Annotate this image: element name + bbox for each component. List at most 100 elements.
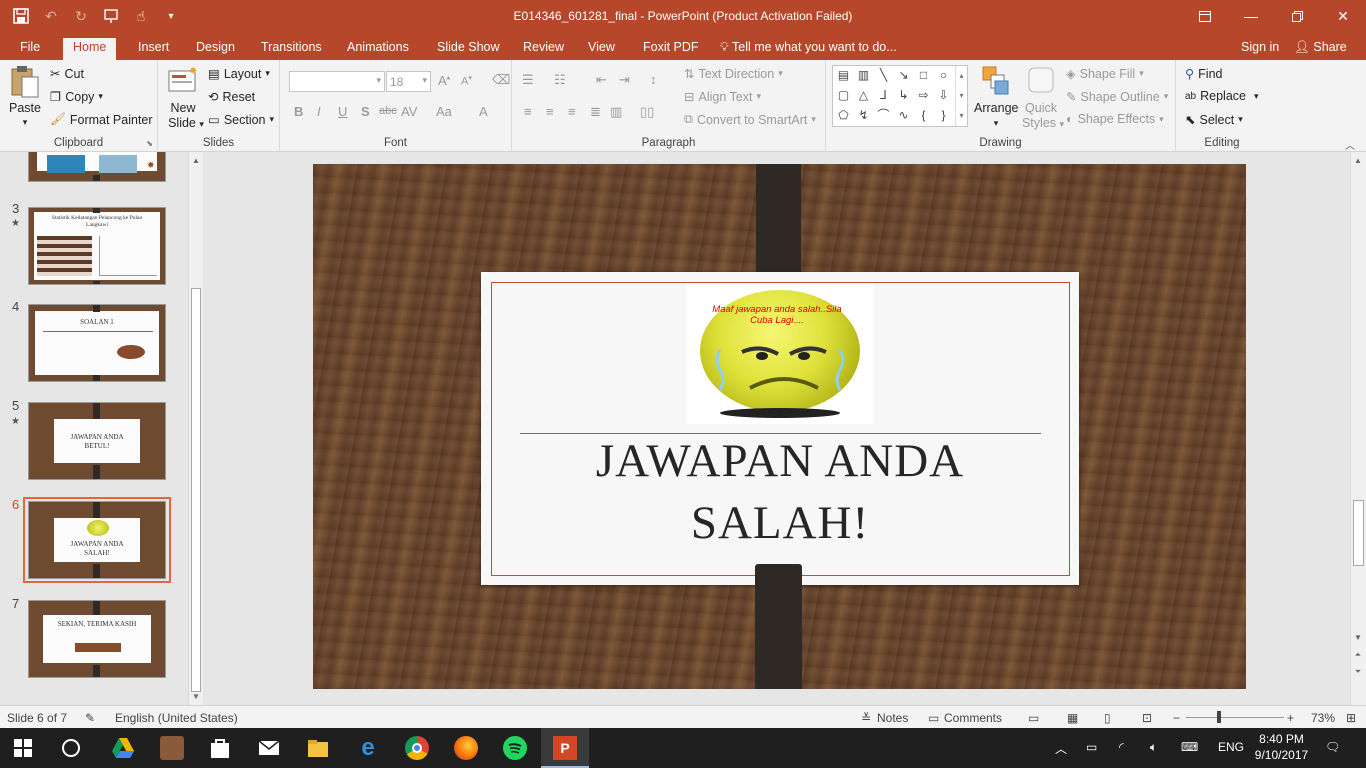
change-case-icon[interactable]: Aa — [436, 104, 452, 119]
firefox-browser-icon[interactable] — [454, 736, 478, 760]
notes-button[interactable]: Notes — [877, 711, 908, 725]
down-arrow-shape-icon[interactable]: ⇩ — [935, 87, 952, 104]
tab-file[interactable]: File — [10, 38, 50, 60]
file-explorer-icon[interactable] — [306, 736, 330, 760]
tab-design[interactable]: Design — [186, 38, 245, 60]
zoom-out-icon[interactable]: − — [1173, 711, 1180, 725]
find-button[interactable]: ⚲ Find — [1185, 66, 1222, 82]
character-spacing-icon[interactable]: AV — [401, 104, 417, 119]
tab-animations[interactable]: Animations — [337, 38, 419, 60]
battery-icon[interactable]: ▭ — [1086, 740, 1097, 754]
slide-thumbnail-2[interactable]: ✸ — [28, 152, 166, 182]
previous-slide-icon[interactable]: ⏶ — [1352, 650, 1364, 660]
powerpoint-taskbar-button[interactable]: P — [541, 728, 589, 768]
zoom-slider[interactable] — [1186, 717, 1284, 718]
font-color-icon[interactable]: A — [479, 104, 488, 119]
shape-outline-button[interactable]: ✎ Shape Outline ▾ — [1066, 89, 1168, 105]
thumbnail-scrollbar[interactable]: ▲ ▼ — [188, 152, 203, 705]
close-icon[interactable]: ✕ — [1320, 0, 1366, 32]
slide-thumbnail-6[interactable]: JAWAPAN ANDA SALAH! — [28, 501, 166, 579]
textbox-shape-icon[interactable]: ▤ — [835, 67, 852, 84]
language-indicator[interactable]: English (United States) — [115, 711, 238, 725]
line-spacing-icon[interactable]: ↕ — [650, 72, 657, 87]
left-brace-shape-icon[interactable]: { — [915, 107, 932, 124]
comments-button[interactable]: Comments — [944, 711, 1002, 725]
arc-shape-icon[interactable]: ⌒ — [875, 107, 892, 124]
fit-to-window-icon[interactable]: ⊞ — [1346, 711, 1356, 725]
increase-indent-icon[interactable]: ⇥ — [619, 72, 630, 88]
editor-scrollbar[interactable]: ▲ ▼ ⏶ ⏷ — [1350, 152, 1366, 705]
slide-thumbnail-3[interactable]: Statistik Kedatangan Pelancong ke Pulau … — [28, 207, 166, 285]
copy-button[interactable]: ❐ Copy ▾ — [50, 89, 103, 105]
rounded-rect-shape-icon[interactable]: ▢ — [835, 87, 852, 104]
google-drive-icon[interactable] — [111, 736, 135, 760]
freeform-shape-icon[interactable]: ↯ — [855, 107, 872, 124]
start-button[interactable] — [14, 739, 32, 760]
editor-scroll-thumb[interactable] — [1353, 500, 1364, 566]
triangle-shape-icon[interactable]: △ — [855, 87, 872, 104]
ribbon-display-options-icon[interactable] — [1182, 0, 1228, 32]
line-shape-icon[interactable]: ╲ — [875, 67, 892, 84]
tell-me-box[interactable]: 💡︎ Tell me what you want to do... — [720, 40, 897, 55]
keyboard-icon[interactable]: ⌨ — [1181, 740, 1198, 754]
slide-canvas[interactable]: JAWAPAN ANDA SALAH! Maaf jawapan anda sa… — [313, 164, 1246, 689]
elbow-arrow-connector-icon[interactable]: ↳ — [895, 87, 912, 104]
tab-home[interactable]: Home — [63, 38, 117, 60]
bold-icon[interactable]: B — [294, 104, 303, 119]
scroll-down-icon[interactable]: ▼ — [190, 692, 202, 701]
decrease-indent-icon[interactable]: ⇤ — [596, 72, 607, 88]
select-button[interactable]: ⬉ Select ▾ — [1185, 112, 1243, 128]
new-slide-button[interactable]: ✸ New Slide ▾ — [164, 65, 204, 135]
tab-insert[interactable]: Insert — [128, 38, 179, 60]
align-text-button[interactable]: ⊟ Align Text ▾ — [684, 89, 761, 105]
chrome-browser-icon[interactable] — [405, 736, 429, 760]
game-app-icon[interactable] — [160, 736, 184, 760]
slide-thumbnail-5[interactable]: JAWAPAN ANDA BETUL! — [28, 402, 166, 480]
font-size-combobox[interactable]: 18 ▾ — [386, 71, 431, 92]
text-shadow-icon[interactable]: S — [361, 104, 370, 119]
collapse-ribbon-icon[interactable]: ︿ — [1345, 137, 1355, 152]
section-button[interactable]: ▭ Section ▾ — [208, 112, 274, 128]
slide-thumbnail-4[interactable]: SOALAN 1 — [28, 304, 166, 382]
system-clock[interactable]: 8:40 PM 9/10/2017 — [1254, 731, 1309, 763]
rectangle-shape-icon[interactable]: □ — [915, 67, 932, 84]
zoom-slider-thumb[interactable] — [1217, 711, 1221, 723]
layout-button[interactable]: ▤ Layout ▾ — [208, 66, 270, 82]
vertical-textbox-shape-icon[interactable]: ▥ — [855, 67, 872, 84]
pentagon-shape-icon[interactable]: ⬠ — [835, 107, 852, 124]
next-slide-icon[interactable]: ⏷ — [1352, 667, 1364, 677]
scroll-up-icon[interactable]: ▲ — [190, 156, 202, 165]
shape-effects-button[interactable]: ◐ Shape Effects ▾ — [1066, 112, 1164, 126]
clear-formatting-icon[interactable]: ⌫ — [492, 72, 510, 88]
align-left-icon[interactable]: ≡ — [524, 104, 532, 119]
thumbnail-scroll-thumb[interactable] — [191, 288, 201, 692]
edge-browser-icon[interactable]: e — [356, 736, 380, 760]
volume-icon[interactable]: 🔈︎ — [1150, 740, 1157, 755]
paste-button[interactable]: Paste ▾ — [6, 65, 44, 133]
curve-shape-icon[interactable]: ∿ — [895, 107, 912, 124]
reset-button[interactable]: ⟲ Reset — [208, 89, 255, 105]
tab-review[interactable]: Review — [513, 38, 574, 60]
grow-font-icon[interactable]: A▴ — [438, 73, 450, 88]
input-language[interactable]: ENG — [1218, 740, 1244, 754]
strikethrough-icon[interactable]: abc — [379, 105, 397, 117]
slide-sorter-icon[interactable]: ▦ — [1067, 711, 1078, 725]
store-icon[interactable] — [208, 736, 232, 760]
text-direction-button[interactable]: ⇅ Text Direction ▾ — [684, 66, 783, 82]
align-right-icon[interactable]: ≡ — [568, 104, 576, 119]
shape-fill-button[interactable]: ◈ Shape Fill ▾ — [1066, 66, 1144, 82]
zoom-level[interactable]: 73% — [1311, 711, 1335, 725]
wifi-icon[interactable]: ◜ — [1119, 740, 1124, 754]
reading-view-icon[interactable]: ▯ — [1104, 711, 1111, 725]
tab-slide-show[interactable]: Slide Show — [427, 38, 510, 60]
restore-icon[interactable] — [1274, 0, 1320, 32]
show-hidden-icons[interactable]: ︿ — [1055, 740, 1067, 757]
cut-button[interactable]: ✂ Cut — [50, 66, 84, 82]
slide-title[interactable]: JAWAPAN ANDA SALAH! — [541, 430, 1019, 554]
tab-foxit-pdf[interactable]: Foxit PDF — [633, 38, 709, 60]
dialog-launcher-icon[interactable]: ⬊ — [146, 139, 153, 148]
minimize-icon[interactable]: — — [1228, 0, 1274, 32]
justify-icon[interactable]: ≣ — [590, 104, 601, 120]
arrange-button[interactable]: Arrange ▾ — [974, 65, 1018, 135]
zoom-in-icon[interactable]: + — [1287, 711, 1294, 725]
